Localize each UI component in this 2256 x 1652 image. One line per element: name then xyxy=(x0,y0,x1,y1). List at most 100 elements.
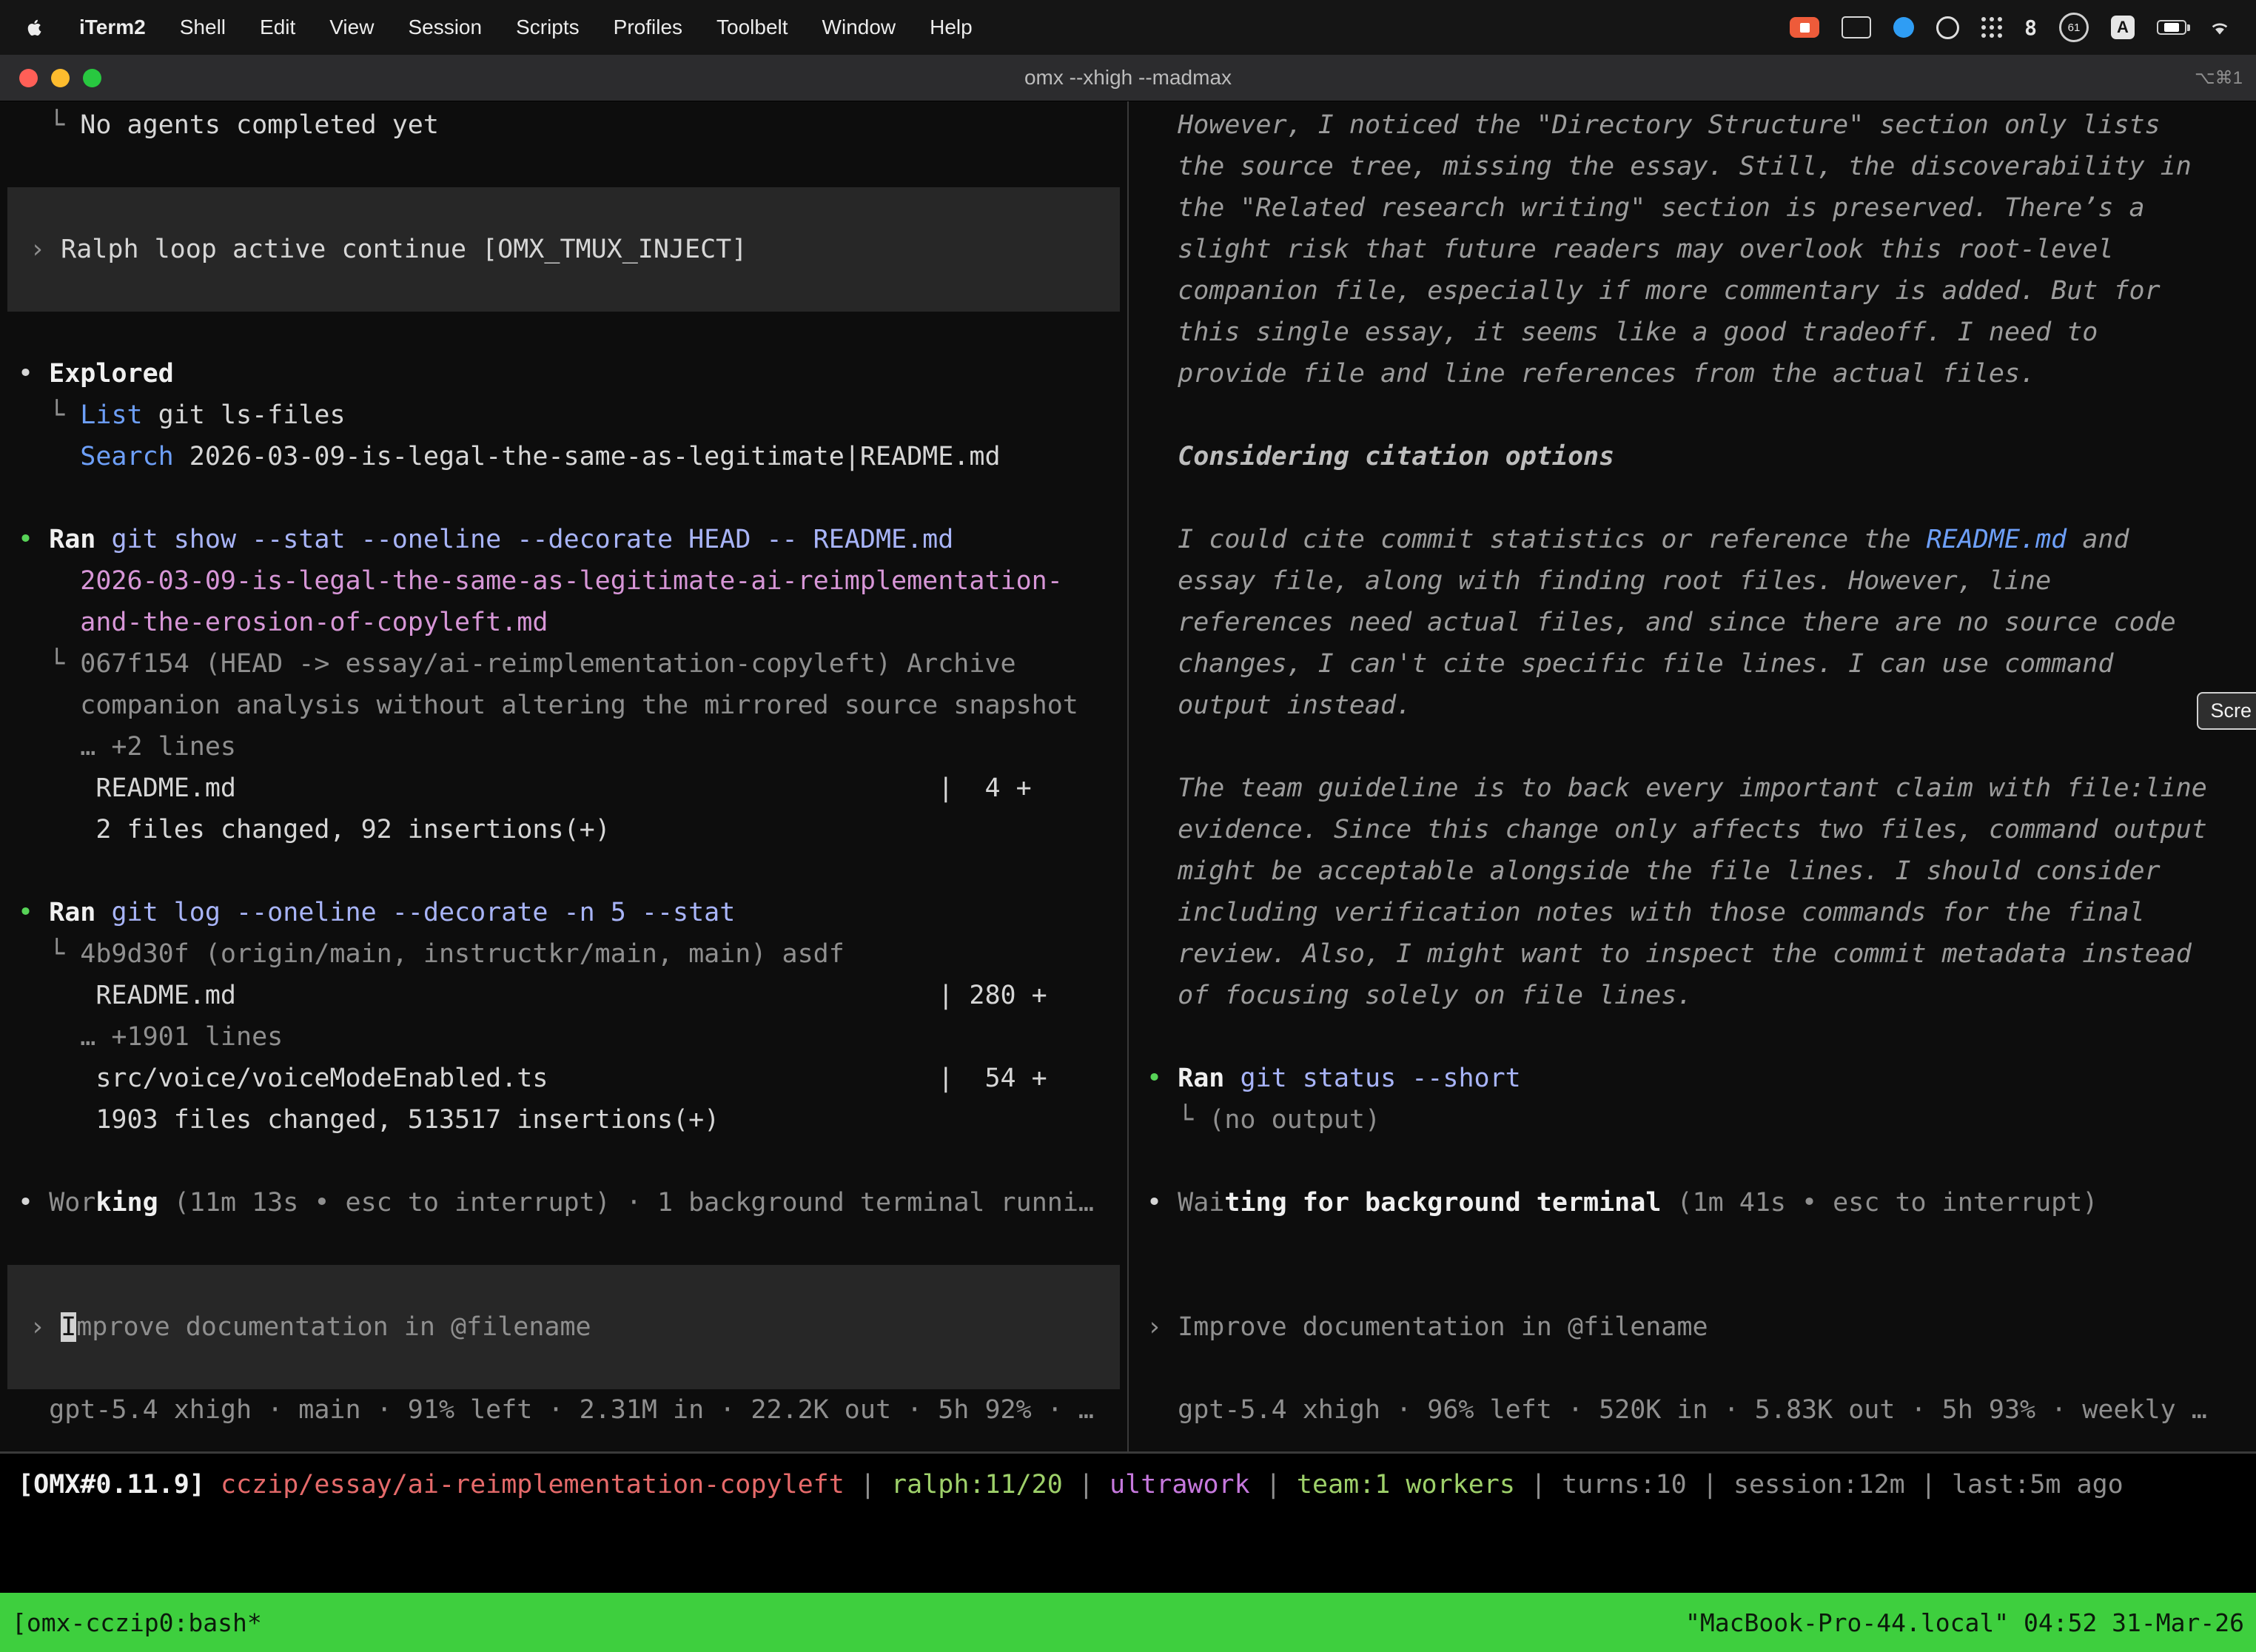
terminal-line: └ No agents completed yet xyxy=(0,104,1127,146)
menu-item-edit[interactable]: Edit xyxy=(260,16,295,39)
menu-item-view[interactable]: View xyxy=(329,16,374,39)
terminal-line: › Improve documentation in @filename xyxy=(1129,1306,2256,1348)
circle-app-icon[interactable] xyxy=(1936,16,1959,39)
terminal-line: essay file, along with finding root file… xyxy=(1129,560,2256,602)
app-icon-8[interactable]: 8 xyxy=(2024,16,2037,40)
terminal-line: └ (no output) xyxy=(1129,1099,2256,1141)
terminal-line: output instead. xyxy=(1129,685,2256,726)
zoom-button[interactable] xyxy=(83,69,101,87)
minimize-button[interactable] xyxy=(51,69,70,87)
menu-item-window[interactable]: Window xyxy=(822,16,896,39)
terminal-line: › Ralph loop active continue [OMX_TMUX_I… xyxy=(7,229,1120,270)
menu-item-profiles[interactable]: Profiles xyxy=(614,16,682,39)
terminal-pane-right[interactable]: However, I noticed the "Directory Struct… xyxy=(1129,101,2256,1451)
screen-overlay-button[interactable]: Scre xyxy=(2197,692,2256,730)
apple-menu-icon[interactable] xyxy=(25,18,45,38)
input-source-icon[interactable]: A xyxy=(2111,16,2135,39)
window-title: omx --xhigh --madmax xyxy=(1024,66,1232,90)
terminal-line: review. Also, I might want to inspect th… xyxy=(1129,933,2256,975)
terminal-line: might be acceptable alongside the file l… xyxy=(1129,850,2256,892)
terminal-line: references need actual files, and since … xyxy=(1129,602,2256,643)
wifi-icon[interactable] xyxy=(2209,19,2231,36)
terminal-line: README.md | 4 + xyxy=(0,768,1127,809)
terminal-line: including verification notes with those … xyxy=(1129,892,2256,933)
tmux-host-clock: "MacBook-Pro-44.local" 04:52 31-Mar-26 xyxy=(1685,1608,2244,1637)
bottom-spacer xyxy=(0,1516,2256,1593)
screen: iTerm2 Shell Edit View Session Scripts P… xyxy=(0,0,2256,1652)
terminal-line: Considering citation options xyxy=(1129,436,2256,477)
terminal-line: └ 067f154 (HEAD -> essay/ai-reimplementa… xyxy=(0,643,1127,685)
close-button[interactable] xyxy=(19,69,38,87)
terminal-line: • Ran git status --short xyxy=(1129,1058,2256,1099)
terminal-line: └ 4b9d30f (origin/main, instructkr/main,… xyxy=(0,933,1127,975)
terminal-line: … +2 lines xyxy=(0,726,1127,768)
terminal-line: … +1901 lines xyxy=(0,1016,1127,1058)
terminal-line xyxy=(1129,726,2256,768)
window-hotkey-indicator: ⌥⌘1 xyxy=(2195,67,2243,89)
terminal-line xyxy=(7,270,1120,312)
battery-gauge-icon[interactable]: 61 xyxy=(2059,13,2089,42)
keyboard-icon[interactable] xyxy=(1842,16,1871,38)
terminal-line: changes, I can't cite specific file line… xyxy=(1129,643,2256,685)
menu-item-shell[interactable]: Shell xyxy=(180,16,226,39)
battery-fill xyxy=(2164,23,2179,32)
terminal-line: of focusing solely on file lines. xyxy=(1129,975,2256,1016)
blue-app-icon[interactable] xyxy=(1893,17,1914,38)
battery-icon[interactable] xyxy=(2157,20,2186,35)
terminal-line: this single essay, it seems like a good … xyxy=(1129,312,2256,353)
terminal-line: • Ran git log --oneline --decorate -n 5 … xyxy=(0,892,1127,933)
terminal-line xyxy=(1129,1141,2256,1182)
terminal-line: companion file, especially if more comme… xyxy=(1129,270,2256,312)
terminal-line xyxy=(7,1348,1120,1389)
window-titlebar[interactable]: omx --xhigh --madmax ⌥⌘1 xyxy=(0,55,2256,101)
menu-item-help[interactable]: Help xyxy=(930,16,973,39)
terminal-line: src/voice/voiceModeEnabled.ts | 54 + xyxy=(0,1058,1127,1099)
terminal-line: provide file and line references from th… xyxy=(1129,353,2256,394)
terminal-line: › Improve documentation in @filename xyxy=(7,1306,1120,1348)
terminal-line xyxy=(0,1223,1127,1265)
terminal-line xyxy=(7,1265,1120,1306)
terminal-line: the "Related research writing" section i… xyxy=(1129,187,2256,229)
menu-item-toolbelt[interactable]: Toolbelt xyxy=(716,16,788,39)
terminal-line: the source tree, missing the essay. Stil… xyxy=(1129,146,2256,187)
menu-item-session[interactable]: Session xyxy=(408,16,482,39)
tmux-status-bar: [omx-cczip0:bash* "MacBook-Pro-44.local"… xyxy=(0,1593,2256,1652)
terminal-line: companion analysis without altering the … xyxy=(0,685,1127,726)
terminal-line: gpt-5.4 xhigh · 96% left · 520K in · 5.8… xyxy=(1129,1389,2256,1431)
apps-grid-icon[interactable] xyxy=(1981,17,2002,38)
terminal-line xyxy=(0,477,1127,519)
terminal-line xyxy=(1129,1223,2256,1265)
terminal-line xyxy=(0,1141,1127,1182)
terminal-line xyxy=(0,312,1127,353)
terminal-line: The team guideline is to back every impo… xyxy=(1129,768,2256,809)
menu-bar: iTerm2 Shell Edit View Session Scripts P… xyxy=(0,0,2256,55)
terminal-line xyxy=(7,187,1120,229)
terminal-line xyxy=(0,850,1127,892)
traffic-lights xyxy=(19,55,101,101)
prompt-input[interactable]: › Improve documentation in @filename xyxy=(7,1265,1120,1389)
screen-recording-stop-icon[interactable] xyxy=(1790,17,1819,38)
terminal-line: evidence. Since this change only affects… xyxy=(1129,809,2256,850)
menu-status-icons: 8 61 A xyxy=(1790,13,2231,42)
terminal-line xyxy=(0,146,1127,187)
omx-status-bar: [OMX#0.11.9] cczip/essay/ai-reimplementa… xyxy=(0,1454,2256,1516)
terminal-line xyxy=(1129,1016,2256,1058)
terminal-line xyxy=(1129,394,2256,436)
terminal-line: 2 files changed, 92 insertions(+) xyxy=(0,809,1127,850)
terminal-line: └ List git ls-files xyxy=(0,394,1127,436)
terminal-line: • Ran git show --stat --oneline --decora… xyxy=(0,519,1127,560)
terminal-line: slight risk that future readers may over… xyxy=(1129,229,2256,270)
terminal-line: I could cite commit statistics or refere… xyxy=(1129,519,2256,560)
menu-item-iterm2[interactable]: iTerm2 xyxy=(79,16,146,39)
tmux-session-window: [omx-cczip0:bash* xyxy=(12,1608,262,1637)
terminal: └ No agents completed yet › Ralph loop ac… xyxy=(0,101,2256,1454)
terminal-line xyxy=(1129,1265,2256,1306)
terminal-line: • Waiting for background terminal (1m 41… xyxy=(1129,1182,2256,1223)
terminal-pane-left[interactable]: └ No agents completed yet › Ralph loop ac… xyxy=(0,101,1127,1451)
menu-left: iTerm2 Shell Edit View Session Scripts P… xyxy=(25,16,973,39)
inject-banner: › Ralph loop active continue [OMX_TMUX_I… xyxy=(7,187,1120,312)
terminal-line xyxy=(1129,477,2256,519)
menu-item-scripts[interactable]: Scripts xyxy=(516,16,580,39)
terminal-line: Search 2026-03-09-is-legal-the-same-as-l… xyxy=(0,436,1127,477)
terminal-line: and-the-erosion-of-copyleft.md xyxy=(0,602,1127,643)
